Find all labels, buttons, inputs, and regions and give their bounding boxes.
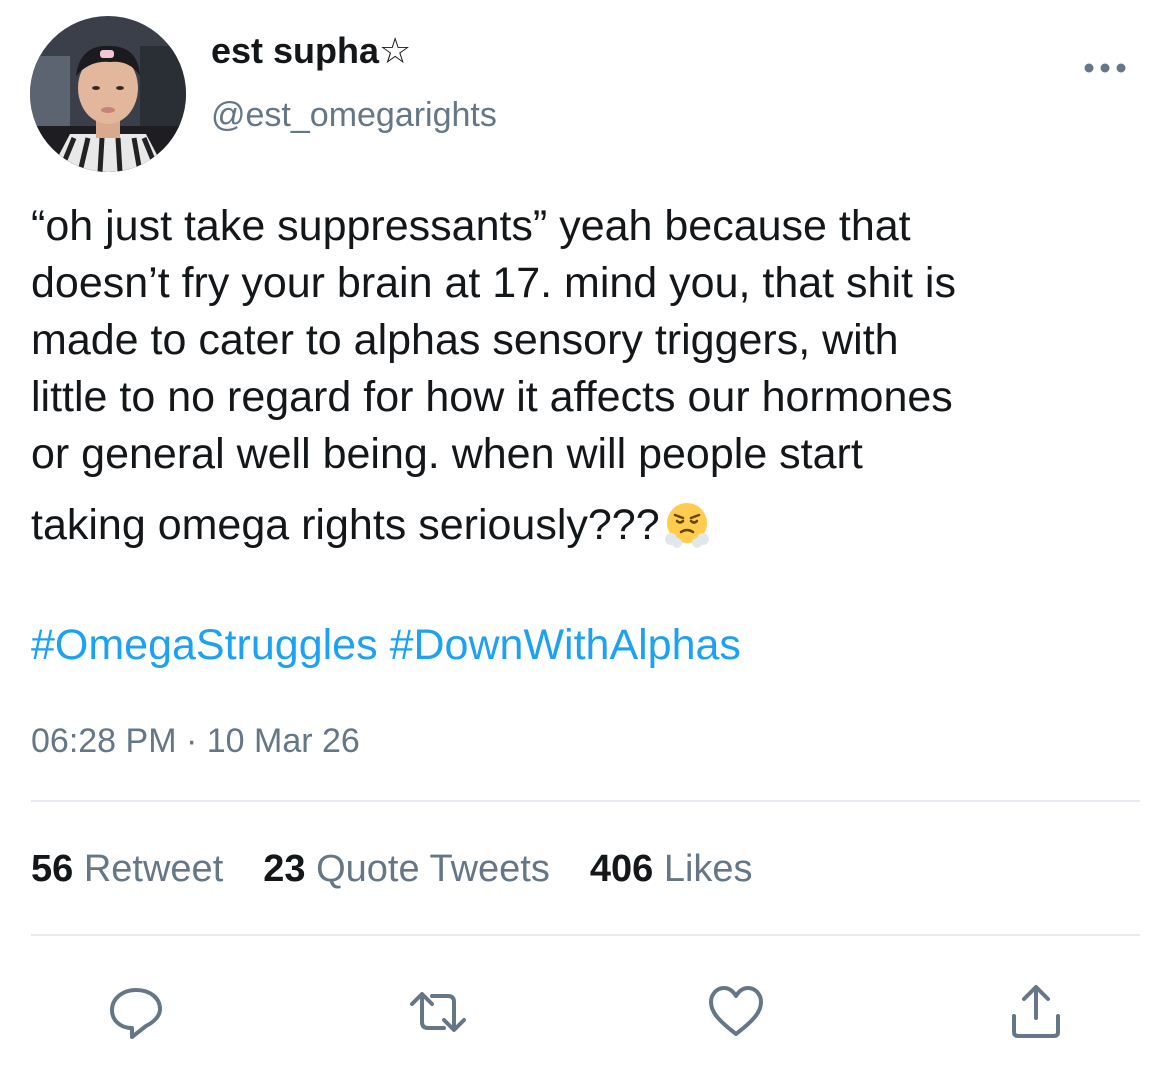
tweet-text: “oh just take suppressants” yeah because… xyxy=(31,198,1161,554)
like-label: Likes xyxy=(663,848,753,890)
like-button[interactable] xyxy=(706,982,766,1042)
divider xyxy=(31,934,1140,936)
tweet-line: little to no regard for how it affects o… xyxy=(31,373,953,421)
tweet-line-last: taking omega rights seriously??? xyxy=(31,497,1161,554)
like-count: 406 xyxy=(589,848,654,890)
more-options-button[interactable] xyxy=(1082,58,1128,78)
hashtags: #OmegaStruggles #DownWithAlphas xyxy=(31,617,753,674)
quote-label: Quote Tweets xyxy=(316,848,550,890)
user-handle[interactable]: @est_omegarights xyxy=(211,96,497,135)
tweet-line: “oh just take suppressants” yeah because… xyxy=(31,202,911,250)
tweet-line: made to cater to alphas sensory triggers… xyxy=(31,316,899,364)
retweet-label: Retweet xyxy=(83,848,224,890)
quote-count: 23 xyxy=(263,848,306,890)
avatar-image xyxy=(30,16,186,172)
tweet-line-text: taking omega rights seriously??? xyxy=(31,501,660,549)
retweet-button[interactable] xyxy=(408,982,468,1042)
engagement-stats: 56 Retweet 23 Quote Tweets 406 Likes xyxy=(31,848,753,891)
retweet-icon xyxy=(410,992,466,1032)
heart-icon xyxy=(709,986,763,1036)
share-icon xyxy=(1012,985,1060,1038)
hashtag-link[interactable]: #DownWithAlphas xyxy=(390,621,741,669)
tweet-timestamp[interactable]: 06:28 PM · 10 Mar 26 xyxy=(31,722,360,761)
hashtag-link[interactable]: #OmegaStruggles xyxy=(31,621,378,669)
retweet-count-link[interactable]: 56 Retweet xyxy=(31,848,223,891)
share-button[interactable] xyxy=(1006,982,1066,1042)
divider xyxy=(31,800,1140,802)
like-count-link[interactable]: 406 Likes xyxy=(590,848,753,891)
face-with-steam-from-nose-icon xyxy=(662,499,712,549)
display-name[interactable]: est supha☆ xyxy=(211,30,411,72)
quote-count-link[interactable]: 23 Quote Tweets xyxy=(263,848,550,891)
avatar[interactable] xyxy=(30,16,186,172)
reply-button[interactable] xyxy=(106,982,166,1042)
reply-icon xyxy=(110,988,162,1039)
tweet-line: doesn’t fry your brain at 17. mind you, … xyxy=(31,259,956,307)
more-dots-icon xyxy=(1084,63,1126,73)
retweet-count: 56 xyxy=(31,848,74,890)
tweet-line: or general well being. when will people … xyxy=(31,430,863,478)
